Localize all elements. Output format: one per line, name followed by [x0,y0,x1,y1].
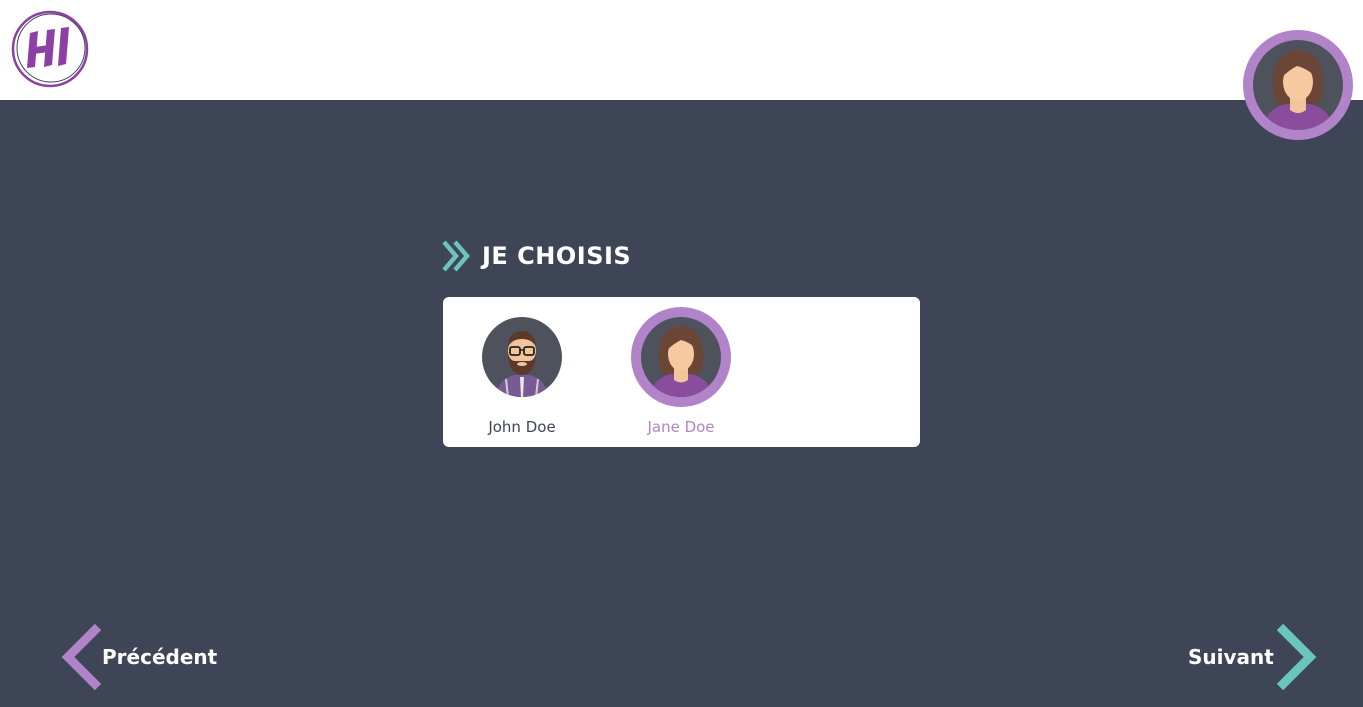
double-chevron-right-icon [442,240,470,272]
john-avatar [470,305,574,409]
person-selection-card: John Doe Jane Doe [443,297,920,447]
chevron-right-icon [1276,624,1317,690]
person-name-jane: Jane Doe [647,418,715,436]
top-bar: HI [0,0,1363,140]
male-avatar-icon [482,317,562,397]
next-button[interactable]: Suivant [1188,624,1320,690]
logo-icon: HI [11,10,89,88]
section-header: JE CHOISIS [442,238,631,274]
next-label: Suivant [1188,645,1274,669]
user-profile-avatar[interactable] [1243,30,1353,140]
female-avatar-icon [631,307,731,407]
app-logo[interactable]: HI [10,9,90,89]
person-name-john: John Doe [488,418,556,436]
previous-label: Précédent [102,645,218,669]
jane-avatar [629,305,733,409]
person-option-jane[interactable]: Jane Doe [621,305,741,440]
person-option-john[interactable]: John Doe [462,305,582,440]
previous-button[interactable]: Précédent [60,624,217,690]
chevron-left-icon [61,624,102,690]
page-title: JE CHOISIS [482,242,632,270]
female-avatar-icon [1243,30,1353,140]
